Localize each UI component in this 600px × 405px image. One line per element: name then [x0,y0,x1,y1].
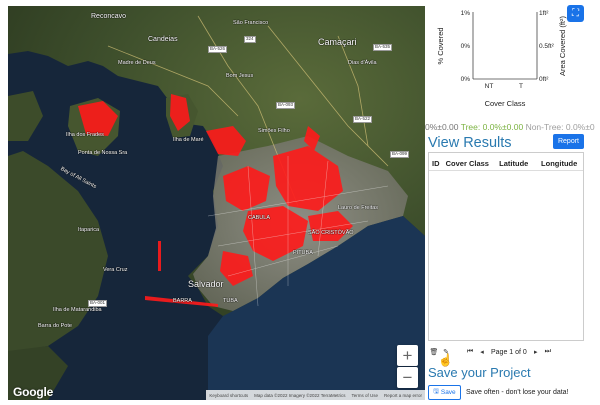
road-badge: BA-001 [88,300,108,307]
table-header: ID Cover Class Latitude Longitude [429,153,583,171]
y2-tick-label: 0.5ft² [539,43,555,50]
stats-lead: 0%±0.00 [425,122,459,132]
place-label: Candeias [148,36,178,43]
column-header-longitude[interactable]: Longitude [541,159,580,170]
previous-page-icon[interactable]: ◂ [476,348,488,356]
y2-tick-label: 1ft² [539,10,549,17]
road-badge: 324 [244,36,256,43]
road-badge: BA-535 [373,44,393,51]
first-page-icon[interactable]: ⏮ [464,348,476,356]
place-label: Simões Filho [258,128,290,134]
zoom-out-button[interactable]: − [397,367,418,388]
stats-tree: Tree: 0.0%±0.00 [460,122,524,132]
x-tick-label: NT [485,83,494,90]
results-table: ID Cover Class Latitude Longitude [428,152,584,341]
floppy-disk-icon: 🖫 [433,388,439,395]
save-button[interactable]: 🖫 Save [428,385,461,400]
place-label: Camaçari [318,37,357,47]
place-label: Reconcavo [91,13,127,20]
save-button-label: Save [440,389,456,396]
page-indicator: Page 1 of 0 [491,348,527,356]
map-attribution: Map data ©2022 Imagery ©2022 TerraMetric… [254,392,346,398]
place-label: Vera Cruz [103,267,128,273]
place-label: Ilha de Matarandiba [53,307,102,313]
place-label: Lauro de Freitas [338,205,379,211]
road-badge: BA-526 [208,46,228,53]
zoom-in-button[interactable]: + [397,345,418,366]
results-panel: % Covered Area Covered (ft²) 1% 0% 0% 1f… [425,0,600,405]
save-project-title: Save your Project [428,365,531,380]
expand-icon: ⛶ [572,8,579,19]
column-header-cover-class[interactable]: Cover Class [446,159,500,170]
coverage-stats: 0%±0.00 Tree: 0.0%±0.00 Non-Tree: 0.0%±0 [425,122,600,134]
place-label: Itaparica [78,227,100,233]
y-tick-label: 0% [461,43,471,50]
place-label: PITUBA [293,250,313,256]
place-label: Ilha dos Frades [66,132,104,138]
google-logo: Google [13,385,54,399]
road-badge: BA-099 [390,151,410,158]
last-page-icon[interactable]: ⏭ [542,348,554,356]
view-results-title: View Results [428,135,512,151]
place-label: Dias d'Ávila [348,60,377,66]
report-button[interactable]: Report [553,134,584,149]
x-tick-label: T [519,83,523,90]
y2-tick-label: 0ft² [539,76,549,83]
road-badge: BA-093 [276,102,296,109]
y2-axis-label: Area Covered (ft²) [558,15,567,76]
place-label: CABULA [248,215,271,221]
place-label: Madre de Deus [118,60,156,66]
y-tick-label: 1% [461,10,471,17]
place-label: SÃO CRISTÓVÃO [308,230,354,236]
place-label: BARRA [173,298,192,304]
cover-chart: % Covered Area Covered (ft²) 1% 0% 0% 1f… [425,0,600,112]
expand-button[interactable]: ⛶ [567,5,584,22]
place-label: Barra do Pote [38,323,72,329]
report-error-link[interactable]: Report a map error [381,393,425,398]
satellite-map[interactable]: Reconcavo Candeias Madre de Deus São Fra… [8,6,425,400]
place-label: Ilha de Maré [173,137,204,143]
column-header-latitude[interactable]: Latitude [499,159,541,170]
place-label: São Francisco [233,20,269,26]
save-note: Save often - don't lose your data! [466,389,569,396]
road-badge: BA-522 [353,116,373,123]
place-label: Salvador [188,279,224,289]
place-label: Ponta de Nossa Sra [78,150,128,156]
next-page-icon[interactable]: ▸ [530,348,542,356]
app-root: Reconcavo Candeias Madre de Deus São Fra… [0,0,600,405]
column-header-id[interactable]: ID [432,159,446,170]
y-axis-label: % Covered [436,27,445,64]
keyboard-shortcuts-link[interactable]: Keyboard shortcuts [206,393,251,398]
terms-link[interactable]: Terms of Use [348,393,381,398]
place-label: Bom Jesus [226,73,254,79]
map-footer: Keyboard shortcuts Map data ©2022 Imager… [206,390,425,400]
x-axis-label: Cover Class [485,99,526,108]
y-tick-label: 0% [461,76,471,83]
place-label: TUBA [223,298,238,304]
stats-nontree: Non-Tree: 0.0%±0 [525,122,595,132]
